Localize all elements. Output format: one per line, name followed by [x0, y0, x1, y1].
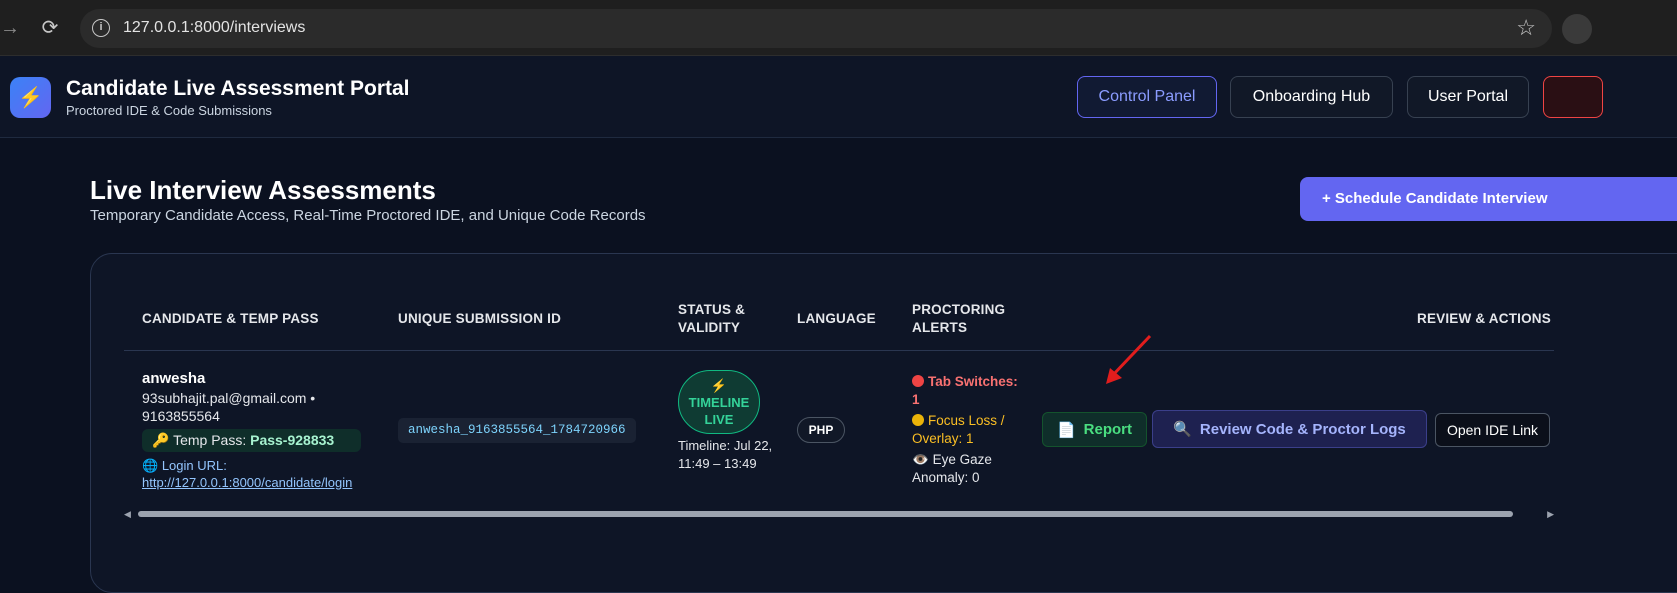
header-alerts-line2: ALERTS — [912, 320, 968, 335]
address-bar[interactable]: i 127.0.0.1:8000/interviews ☆ — [80, 9, 1552, 48]
scroll-right-icon[interactable]: ▶ — [1547, 509, 1554, 520]
alert-focus-loss: Focus Loss / Overlay: 1 — [912, 412, 1022, 448]
globe-icon: 🌐 — [142, 458, 162, 473]
report-label: Report — [1083, 421, 1133, 438]
lightning-logo-icon: ⚡ — [10, 77, 51, 118]
page-subtitle: Temporary Candidate Access, Real-Time Pr… — [90, 207, 646, 224]
app-title: Candidate Live Assessment Portal — [66, 77, 410, 100]
reload-icon[interactable]: ⟳ — [38, 14, 62, 42]
temp-pass-label: Temp Pass: — [173, 432, 251, 448]
alert-focus-text: Focus Loss / Overlay: 1 — [912, 413, 1005, 446]
alert-tab-text: Tab Switches: 1 — [912, 374, 1018, 407]
status-line2: LIVE — [704, 412, 734, 427]
app-header: ⚡ Candidate Live Assessment Portal Proct… — [0, 56, 1677, 138]
temp-pass-value: Pass-928833 — [250, 432, 335, 448]
bookmark-star-icon[interactable]: ☆ — [1516, 15, 1536, 41]
browser-toolbar: → ⟳ i 127.0.0.1:8000/interviews ☆ — [0, 0, 1677, 56]
scroll-thumb[interactable] — [138, 511, 1513, 517]
header-candidate: CANDIDATE & TEMP PASS — [142, 311, 319, 326]
header-alerts-line1: PROCTORING — [912, 302, 1006, 317]
header-divider — [124, 350, 1554, 351]
review-code-button[interactable]: 🔍 Review Code & Proctor Logs — [1152, 410, 1427, 448]
header-language: LANGUAGE — [797, 311, 876, 326]
key-icon: 🔑 — [152, 432, 174, 448]
profile-avatar[interactable] — [1562, 14, 1592, 44]
logout-button[interactable] — [1543, 76, 1603, 118]
user-portal-button[interactable]: User Portal — [1407, 76, 1529, 118]
document-icon: 📄 — [1056, 421, 1076, 439]
header-status-line1: STATUS & — [678, 302, 746, 317]
onboarding-hub-button[interactable]: Onboarding Hub — [1230, 76, 1393, 118]
timeline-text: Timeline: Jul 22, 11:49 – 13:49 — [678, 438, 773, 471]
temp-pass-badge: 🔑 Temp Pass: Pass-928833 — [142, 429, 361, 452]
status-badge: ⚡ TIMELINE LIVE — [678, 370, 760, 434]
control-panel-button[interactable]: Control Panel — [1077, 76, 1217, 118]
url-text[interactable]: 127.0.0.1:8000/interviews — [123, 19, 305, 37]
magnifier-icon: 🔍 — [1173, 421, 1192, 438]
page-title: Live Interview Assessments — [90, 175, 436, 205]
login-url-label-text: Login URL: — [161, 458, 227, 473]
review-label: Review Code & Proctor Logs — [1199, 420, 1406, 438]
schedule-interview-button[interactable]: + Schedule Candidate Interview — [1300, 177, 1677, 221]
site-info-icon[interactable]: i — [92, 19, 110, 37]
forward-icon[interactable]: → — [0, 16, 20, 40]
candidate-contact: 93subhajit.pal@gmail.com • 9163855564 — [142, 390, 316, 424]
login-url-label: 🌐 Login URL: — [142, 458, 227, 474]
status-line1: TIMELINE — [688, 395, 750, 410]
yellow-dot-icon — [912, 414, 924, 426]
login-url-link[interactable]: http://127.0.0.1:8000/candidate/login — [142, 475, 352, 490]
language-badge: PHP — [797, 417, 845, 443]
lightning-icon: ⚡ — [710, 378, 728, 393]
scroll-left-icon[interactable]: ◀ — [124, 509, 131, 520]
app-subtitle: Proctored IDE & Code Submissions — [66, 103, 272, 118]
alert-tab-switches: Tab Switches: 1 — [912, 373, 1022, 409]
eye-icon: 👁️ — [912, 452, 933, 467]
horizontal-scrollbar[interactable]: ◀ ▶ — [124, 507, 1554, 521]
header-status-line2: VALIDITY — [678, 320, 741, 335]
red-dot-icon — [912, 375, 924, 387]
open-ide-link-button[interactable]: Open IDE Link — [1435, 413, 1550, 447]
header-submission-id: UNIQUE SUBMISSION ID — [398, 311, 562, 326]
report-button[interactable]: 📄 Report — [1042, 412, 1147, 447]
candidate-name: anwesha — [142, 370, 206, 387]
header-actions: REVIEW & ACTIONS — [1417, 311, 1551, 326]
red-arrow-annotation-icon — [1106, 334, 1152, 384]
submission-id: anwesha_9163855564_1784720966 — [398, 418, 636, 443]
alert-eye-gaze: 👁️ Eye Gaze Anomaly: 0 — [912, 451, 1022, 487]
